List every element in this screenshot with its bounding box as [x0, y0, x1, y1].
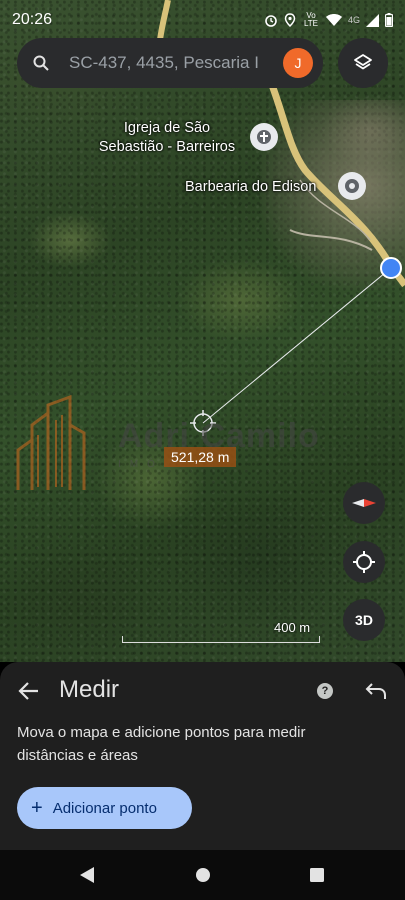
layers-button[interactable]	[338, 38, 388, 88]
search-icon[interactable]	[33, 55, 49, 71]
poi-barber-label[interactable]: Barbearia do Edison	[185, 178, 316, 197]
status-time: 20:26	[12, 11, 53, 28]
add-point-button[interactable]: + Adicionar ponto	[17, 787, 192, 829]
layers-icon	[354, 54, 372, 70]
location-icon	[284, 13, 296, 27]
poi-church-line2: Sebastião - Barreiros	[98, 139, 236, 155]
3d-button[interactable]: 3D	[343, 599, 385, 641]
alarm-icon	[265, 15, 277, 27]
nav-home-icon[interactable]	[195, 866, 211, 884]
signal-icon	[366, 13, 379, 27]
nav-recents-icon[interactable]	[309, 866, 325, 884]
plus-icon: +	[31, 797, 43, 819]
back-arrow-icon[interactable]	[18, 680, 40, 702]
search-input[interactable]: SC-437, 4435, Pescaria I	[69, 53, 283, 73]
scale-bar	[122, 636, 320, 643]
compass-icon	[352, 499, 376, 507]
status-icons: Vo LTE 4G	[264, 12, 393, 28]
sheet-header: Medir ?	[0, 676, 405, 708]
volte-icon: Vo LTE	[303, 11, 319, 28]
nav-back-icon[interactable]	[79, 866, 95, 884]
undo-icon[interactable]	[365, 681, 387, 701]
status-bar: 20:26 Vo LTE 4G	[0, 0, 405, 40]
avatar[interactable]: J	[283, 48, 313, 78]
compass-button[interactable]	[343, 482, 385, 524]
church-pin-icon[interactable]	[250, 123, 278, 151]
add-point-label: Adicionar ponto	[52, 799, 157, 817]
search-bar[interactable]: SC-437, 4435, Pescaria I J	[17, 38, 323, 88]
measure-sheet: Medir ? Mova o mapa e adicione pontos pa…	[0, 662, 405, 850]
sheet-title: Medir	[59, 676, 120, 703]
navigation-bar	[0, 850, 405, 900]
signal-type: 4G	[347, 15, 360, 25]
barber-pin-icon[interactable]	[338, 172, 366, 200]
location-dot	[380, 257, 402, 279]
distance-label: 521,28 m	[164, 447, 237, 467]
sheet-description: Mova o mapa e adicione pontos para medir…	[17, 724, 306, 764]
battery-icon	[385, 13, 393, 27]
help-icon[interactable]: ?	[317, 683, 333, 699]
scale-label: 400 m	[274, 620, 311, 635]
wifi-icon	[325, 13, 342, 26]
poi-church-label[interactable]: Igreja de São Sebastião - Barreiros	[92, 119, 242, 157]
poi-church-line1: Igreja de São	[123, 120, 211, 136]
my-location-button[interactable]	[343, 541, 385, 583]
crosshair-icon	[353, 551, 375, 573]
